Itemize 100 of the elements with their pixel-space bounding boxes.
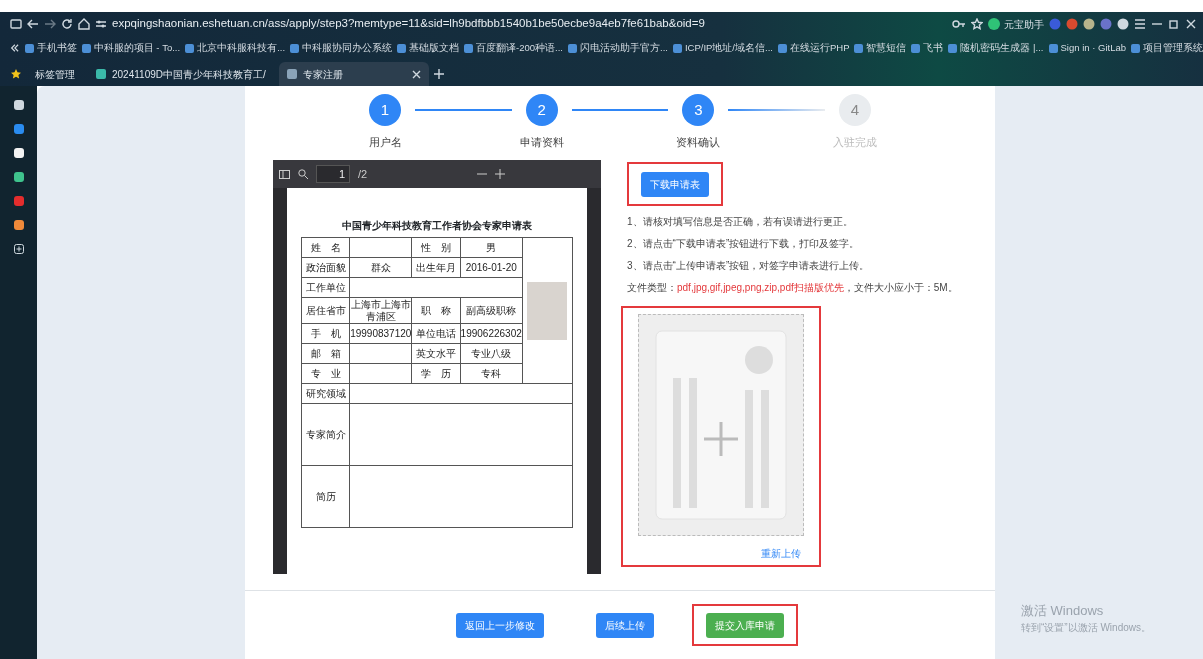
page-icon <box>286 69 297 79</box>
bookmark[interactable]: 百度翻译-200种语... <box>464 40 563 56</box>
tab-group-button[interactable]: 标签管理 <box>27 62 83 86</box>
bookmark[interactable]: 项目管理系统 <box>1131 40 1203 56</box>
site-settings-icon[interactable] <box>95 19 107 29</box>
form-cell: 单位电话 <box>416 327 456 339</box>
form-cell: 专 业 <box>310 367 341 379</box>
page-input[interactable]: 1 <box>316 165 350 183</box>
step-circle: 4 <box>839 94 871 126</box>
bookmark[interactable]: 中科服协同办公系统 <box>290 40 393 56</box>
sidebar-toggle-icon[interactable] <box>10 19 22 29</box>
assistant-icon <box>988 18 1000 30</box>
bookmark-icon <box>397 43 407 53</box>
app-icon[interactable] <box>13 220 24 230</box>
bookmark-icon <box>568 43 577 53</box>
new-tab-icon[interactable] <box>433 69 444 79</box>
instruction-text: 1、请核对填写信息是否正确，若有误请进行更正。 <box>627 215 854 229</box>
zoom-in-icon[interactable] <box>495 169 505 179</box>
instruction-text: 2、请点击“下载申请表”按钮进行下载，打印及签字。 <box>627 237 861 251</box>
back-icon[interactable] <box>27 19 39 29</box>
key-icon[interactable] <box>952 19 966 29</box>
download-button[interactable]: 下载申请表 <box>641 172 709 197</box>
form-cell: 学 历 <box>421 367 451 379</box>
menu-icon[interactable] <box>1134 19 1146 29</box>
form-cell: 居住省市 <box>305 304 346 316</box>
bookmark[interactable]: 飞书 <box>911 40 944 56</box>
form-cell: 简历 <box>315 490 336 502</box>
sidebar-toggle-icon[interactable] <box>279 169 290 179</box>
footer-button[interactable]: 后续上传 <box>596 613 654 638</box>
reupload-link[interactable]: 重新上传 <box>623 536 819 561</box>
activation-text: 转到“设置”以激活 Windows。 <box>1021 621 1151 635</box>
collapse-icon[interactable] <box>10 43 20 53</box>
form-cell: 性 别 <box>421 241 451 253</box>
app-icon[interactable] <box>13 148 24 158</box>
bookmark-icon <box>24 43 34 53</box>
close-icon[interactable] <box>411 69 421 79</box>
bookmark-icon <box>672 43 682 53</box>
bookmark[interactable]: 手机书签 <box>24 40 77 56</box>
bookmark[interactable]: 随机密码生成器 |... <box>948 40 1044 56</box>
bookmark[interactable]: 闪电活动助手官方... <box>568 40 668 56</box>
bookmark[interactable]: 在线运行PHP <box>777 40 850 56</box>
form-cell: 职 称 <box>421 304 451 316</box>
image-placeholder-icon <box>655 330 787 520</box>
browser-tab[interactable]: 20241109D中国青少年科技教育工/ <box>88 62 274 86</box>
file-type-note: 文件类型：pdf,jpg,gif,jpeg,png,zip,pdf扫描版优先，文件大小应小于：5M。 <box>627 281 959 295</box>
bookmark[interactable]: ICP/IP地址/域名信... <box>672 40 773 56</box>
instruction-text: 3、请点击“上传申请表”按钮，对签字申请表进行上传。 <box>627 259 871 273</box>
form-cell: 2016-01-20 <box>465 261 517 273</box>
add-app-icon[interactable] <box>13 244 24 254</box>
star-icon <box>10 68 22 80</box>
extension-icon[interactable] <box>1117 18 1129 30</box>
step-circle: 1 <box>369 94 401 126</box>
form-cell: 上海市上海市青浦区 <box>350 299 411 322</box>
form-cell: 出生年月 <box>416 261 456 273</box>
bookmark[interactable]: 中科服的项目 - To... <box>81 40 181 56</box>
home-icon[interactable] <box>78 18 90 30</box>
app-icon[interactable] <box>13 100 24 110</box>
page-icon <box>96 69 106 79</box>
bookmark-icon <box>854 43 864 53</box>
bookmark-icon <box>185 43 195 53</box>
form-cell: 19990837120 <box>350 327 412 339</box>
bookmark-icon <box>290 43 300 53</box>
form-cell: 政治面貌 <box>305 261 346 273</box>
bookmark-icon <box>464 43 474 53</box>
extension-icon[interactable] <box>1083 18 1095 30</box>
form-cell: 19906226302 <box>460 327 522 339</box>
forward-icon[interactable] <box>44 19 56 29</box>
form-cell: 研究领域 <box>305 387 346 399</box>
activation-title: 激活 Windows <box>1021 601 1105 620</box>
reload-icon[interactable] <box>61 18 73 30</box>
form-cell: 专家简介 <box>305 428 346 440</box>
bookmark[interactable]: 北京中科服科技有... <box>185 40 286 56</box>
bookmark-icon <box>911 43 921 53</box>
close-icon[interactable] <box>1185 19 1197 29</box>
app-icon[interactable] <box>13 172 24 182</box>
bookmark-icon <box>1048 43 1058 53</box>
assistant-button[interactable]: 元宝助手 <box>988 16 1044 32</box>
form-cell: 姓 名 <box>310 241 341 253</box>
browser-tab[interactable]: 专家注册 <box>278 62 429 86</box>
form-cell: 专业八级 <box>471 347 512 359</box>
form-title: 中国青少年科技教育工作者协会专家申请表 <box>341 219 533 233</box>
form-cell: 副高级职称 <box>466 304 517 316</box>
form-cell: 英文水平 <box>416 347 456 359</box>
page-count: /2 <box>358 166 369 182</box>
step-circle: 2 <box>525 94 558 126</box>
form-cell: 群众 <box>370 261 391 273</box>
footer-button[interactable]: 返回上一步修改 <box>456 613 544 638</box>
bookmark-icon <box>777 43 787 53</box>
restore-icon[interactable] <box>1168 19 1180 29</box>
bookmark[interactable]: 基础版文档 <box>397 40 460 56</box>
address-bar[interactable]: expqingshaonian.eshetuan.cn/ass/apply/step3?memtype=11&sid=lh9bdfbbb1540b1be50ecbe9a4eb7fe61bab&oid=9 <box>112 15 947 33</box>
step-circle: 3 <box>682 94 715 126</box>
star-icon[interactable] <box>971 18 983 30</box>
form-cell: 专科 <box>481 367 502 379</box>
form-cell: 工作单位 <box>305 281 346 293</box>
bookmark[interactable]: Sign in · GitLab <box>1048 40 1126 56</box>
bookmark-icon <box>81 43 91 53</box>
search-icon[interactable] <box>298 169 308 179</box>
bookmark[interactable]: 智慧短信 <box>854 40 907 56</box>
form-cell: 男 <box>486 241 497 253</box>
